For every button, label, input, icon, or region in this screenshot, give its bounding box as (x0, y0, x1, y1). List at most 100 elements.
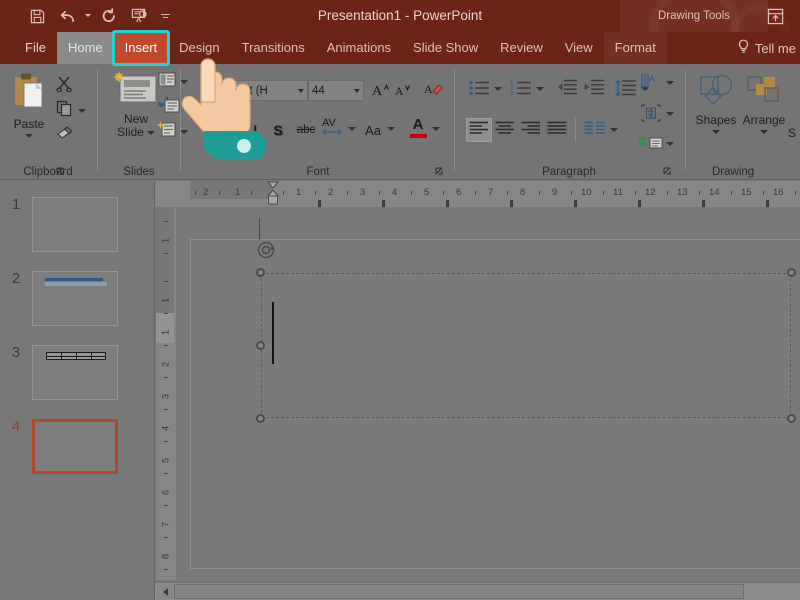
ribbon: Paste (0, 64, 800, 180)
resize-handle-bottom-left[interactable] (256, 414, 265, 423)
selected-text-placeholder[interactable] (261, 273, 791, 418)
thumbnail-item-2[interactable]: 2 (0, 271, 155, 326)
slide-surface[interactable] (190, 239, 800, 569)
font-size-dropdown-icon[interactable] (350, 89, 363, 93)
clear-formatting-icon: A (424, 81, 444, 101)
thumbnail-preview-1[interactable] (32, 197, 118, 252)
clear-formatting-button[interactable]: A (422, 80, 446, 101)
ribbon-display-options-icon[interactable] (764, 5, 786, 27)
tab-home[interactable]: Home (57, 32, 114, 64)
new-slide-dropdown-icon[interactable] (147, 131, 155, 135)
tab-animations[interactable]: Animations (316, 32, 402, 64)
text-direction-dropdown-icon[interactable] (665, 75, 675, 91)
resize-handle-bottom-right[interactable] (787, 414, 796, 423)
font-color-button[interactable]: A (406, 114, 430, 142)
thumbnail-preview-2[interactable] (32, 271, 118, 326)
align-left-button[interactable] (466, 118, 492, 142)
undo-dropdown-icon[interactable] (82, 2, 94, 30)
decrease-indent-button[interactable] (554, 77, 580, 101)
thumbnail-item-1[interactable]: 1 (0, 197, 155, 252)
text-direction-button[interactable]: A (638, 72, 664, 94)
change-case-button[interactable]: Aa (360, 118, 386, 142)
svg-text:A: A (424, 82, 433, 96)
paragraph-inner-divider (575, 118, 576, 142)
hruler-tick-14: 14 (709, 187, 720, 198)
redo-icon[interactable] (94, 2, 124, 30)
thumbnail-item-3[interactable]: 3 (0, 345, 155, 400)
font-color-swatch (410, 134, 427, 138)
tab-slide-show[interactable]: Slide Show (402, 32, 489, 64)
shapes-dropdown-icon[interactable] (712, 130, 720, 134)
indent-markers[interactable] (267, 181, 279, 207)
slide-canvas-area[interactable] (176, 207, 800, 580)
vertical-ruler[interactable]: 1 1 1 2 3 4 5 6 7 8 (156, 207, 176, 580)
character-spacing-dropdown-icon[interactable] (347, 121, 357, 137)
font-size-combo[interactable]: 44 (308, 80, 364, 101)
align-right-button[interactable] (518, 118, 544, 142)
character-spacing-button[interactable]: AV (320, 114, 346, 140)
align-text-dropdown-icon[interactable] (665, 106, 675, 122)
copy-dropdown-icon[interactable] (78, 109, 86, 113)
convert-to-smartart-button[interactable] (638, 132, 664, 156)
copy-button[interactable] (56, 100, 86, 122)
grow-font-button[interactable]: A (370, 80, 392, 101)
tell-me-search[interactable]: Tell me (737, 32, 796, 64)
save-icon[interactable] (22, 2, 52, 30)
font-dialog-launcher[interactable] (435, 165, 446, 176)
text-shadow-button[interactable]: S (266, 118, 290, 142)
shapes-button[interactable]: Shapes (692, 74, 740, 134)
paste-dropdown-icon[interactable] (25, 134, 33, 138)
rotate-handle-icon[interactable] (256, 240, 276, 260)
horizontal-ruler[interactable]: 2 1 1 2 3 4 5 6 7 8 9 10 11 12 13 14 15 … (155, 181, 800, 207)
powerpoint-window: Presentation1 - PowerPoint Drawing Tools… (0, 0, 800, 600)
resize-handle-middle-left[interactable] (256, 341, 265, 350)
undo-icon[interactable] (52, 2, 82, 30)
tab-review[interactable]: Review (489, 32, 554, 64)
justify-button[interactable] (544, 118, 570, 142)
tab-file[interactable]: File (14, 32, 57, 64)
tab-format[interactable]: Format (604, 32, 667, 64)
slide-thumbnail-panel[interactable]: 1 2 3 4 (0, 181, 155, 600)
hruler-tick-neg1: 1 (235, 187, 240, 198)
columns-button[interactable] (582, 118, 608, 142)
title-bar: Presentation1 - PowerPoint Drawing Tools (0, 0, 800, 32)
numbering-button[interactable]: 123 (508, 77, 534, 101)
shrink-font-button[interactable]: A (392, 80, 414, 101)
thumbnail-preview-3[interactable] (32, 345, 118, 400)
quick-styles-label[interactable]: S (788, 126, 796, 140)
resize-handle-top-left[interactable] (256, 268, 265, 277)
format-painter-button[interactable] (56, 125, 74, 146)
resize-handle-top-right[interactable] (787, 268, 796, 277)
cut-button[interactable] (56, 75, 73, 97)
paste-button[interactable]: Paste (6, 72, 52, 138)
tab-insert[interactable]: Insert (114, 32, 169, 64)
align-center-button[interactable] (492, 118, 518, 142)
strikethrough-button[interactable]: abc (292, 118, 320, 142)
columns-dropdown-icon[interactable] (609, 122, 619, 138)
arrange-dropdown-icon[interactable] (760, 130, 768, 134)
tab-view[interactable]: View (554, 32, 604, 64)
font-name-dropdown-icon[interactable] (294, 89, 307, 93)
bullets-button[interactable] (466, 77, 492, 101)
start-presentation-icon[interactable] (124, 2, 154, 30)
thumbnail-preview-4[interactable] (32, 419, 118, 474)
font-color-letter: A (413, 118, 424, 132)
numbering-dropdown-icon[interactable] (535, 81, 545, 97)
increase-indent-button[interactable] (581, 77, 607, 101)
clipboard-dialog-launcher[interactable] (56, 165, 67, 176)
horizontal-scroll-thumb[interactable] (174, 584, 744, 599)
customize-qat-icon[interactable] (154, 2, 176, 30)
font-color-dropdown-icon[interactable] (431, 121, 441, 137)
paste-label: Paste (6, 117, 52, 131)
bullets-dropdown-icon[interactable] (493, 81, 503, 97)
thumb3-table (46, 352, 106, 360)
align-text-button[interactable] (638, 102, 664, 126)
scroll-left-icon[interactable] (157, 584, 173, 599)
arrange-button[interactable]: Arrange (738, 74, 790, 134)
change-case-dropdown-icon[interactable] (386, 121, 396, 137)
convert-to-smartart-dropdown-icon[interactable] (665, 136, 675, 152)
text-insertion-caret (272, 302, 274, 364)
new-slide-button[interactable]: New Slide (108, 72, 164, 139)
horizontal-scrollbar[interactable] (155, 582, 800, 600)
thumbnail-item-4[interactable]: 4 (0, 419, 155, 474)
